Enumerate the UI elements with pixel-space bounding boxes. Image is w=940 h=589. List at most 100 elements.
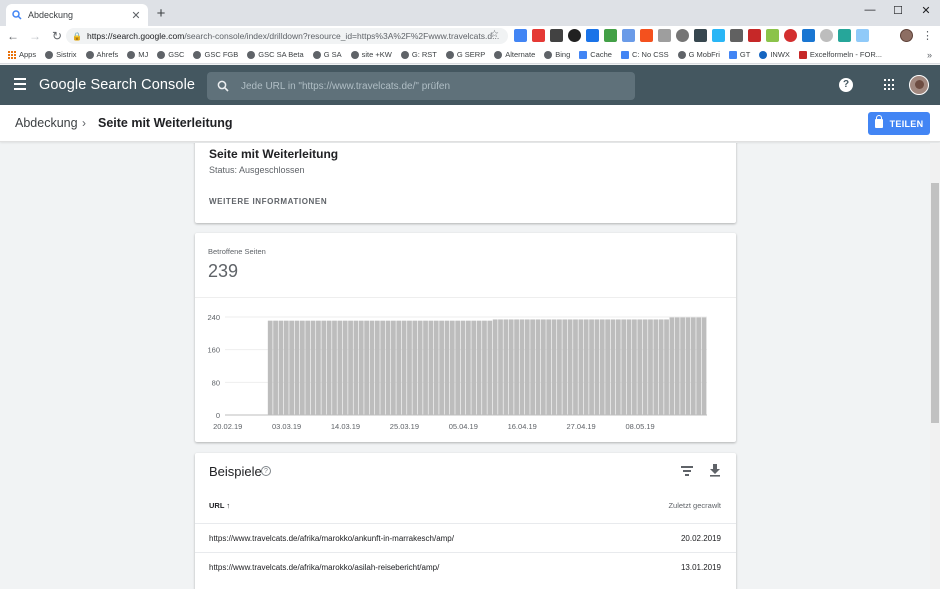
- chart-bar[interactable]: [321, 320, 327, 415]
- chart-bar[interactable]: [342, 320, 348, 415]
- chart-bar[interactable]: [514, 319, 519, 415]
- last-crawled-column-header[interactable]: Zuletzt gecrawlt: [668, 501, 721, 510]
- bookmark-item[interactable]: G SERP: [445, 50, 485, 59]
- chart-bar[interactable]: [460, 320, 466, 415]
- chart-bar[interactable]: [369, 320, 375, 415]
- bookmark-item[interactable]: G SA: [312, 50, 342, 59]
- extension-icon[interactable]: [820, 29, 833, 42]
- chart-bar[interactable]: [626, 319, 632, 415]
- chart-bar[interactable]: [701, 317, 707, 415]
- chart-bar[interactable]: [407, 320, 412, 415]
- chart-bar[interactable]: [594, 319, 600, 415]
- chart-bar[interactable]: [653, 319, 659, 415]
- info-icon[interactable]: ?: [261, 466, 271, 476]
- extension-icon[interactable]: [550, 29, 563, 42]
- extension-icon[interactable]: [658, 29, 671, 42]
- forward-arrow-icon[interactable]: →: [26, 27, 44, 45]
- extension-icon[interactable]: [784, 29, 797, 42]
- bookmark-star-icon[interactable]: ☆: [490, 29, 499, 40]
- bookmark-item[interactable]: Ahrefs: [85, 50, 118, 59]
- chart-bar[interactable]: [423, 320, 428, 415]
- close-window-button[interactable]: ✕: [912, 0, 940, 20]
- filter-icon[interactable]: [681, 466, 693, 476]
- url-column-header[interactable]: URL ↑: [209, 501, 230, 510]
- chart-bar[interactable]: [449, 320, 455, 415]
- chart-bar[interactable]: [696, 317, 702, 415]
- user-avatar[interactable]: [909, 75, 929, 95]
- chart-bar[interactable]: [433, 320, 439, 415]
- chart-bar[interactable]: [535, 319, 541, 415]
- chart-bar[interactable]: [503, 319, 509, 415]
- chart-bar[interactable]: [337, 320, 343, 415]
- chart-bar[interactable]: [615, 319, 621, 415]
- chart-bar[interactable]: [680, 317, 685, 415]
- chart-bar[interactable]: [674, 317, 680, 415]
- new-tab-button[interactable]: +: [153, 6, 169, 22]
- bookmark-item[interactable]: INWX: [759, 50, 790, 59]
- chart-bar[interactable]: [476, 320, 482, 415]
- chart-bar[interactable]: [567, 319, 573, 415]
- chart-bar[interactable]: [498, 319, 503, 415]
- bookmark-item[interactable]: Excelformeln - FOR...: [798, 50, 882, 59]
- chart-bar[interactable]: [417, 320, 423, 415]
- extension-icon[interactable]: [856, 29, 869, 42]
- chart-bar[interactable]: [648, 319, 653, 415]
- chart-bar[interactable]: [632, 319, 637, 415]
- minimize-button[interactable]: —: [856, 0, 884, 20]
- browser-tab[interactable]: Abdeckung ✕: [6, 4, 148, 26]
- chart-bar[interactable]: [642, 319, 648, 415]
- table-row[interactable]: https://www.travelcats.de/afrika/marokko…: [195, 523, 736, 552]
- chart-bar[interactable]: [299, 320, 305, 415]
- chart-bar[interactable]: [385, 320, 391, 415]
- chart-bar[interactable]: [578, 319, 584, 415]
- chart-bar[interactable]: [412, 320, 418, 415]
- chart-bar[interactable]: [658, 319, 664, 415]
- extension-icon[interactable]: [604, 29, 617, 42]
- chart-bar[interactable]: [471, 320, 477, 415]
- table-row[interactable]: https://www.travelcats.de/afrika/marokko…: [195, 552, 736, 581]
- chart-bar[interactable]: [310, 320, 316, 415]
- extension-icon[interactable]: [766, 29, 779, 42]
- chart-bar[interactable]: [637, 319, 643, 415]
- breadcrumb-parent[interactable]: Abdeckung: [15, 116, 78, 130]
- chart-bar[interactable]: [589, 319, 594, 415]
- chart-bar[interactable]: [685, 317, 691, 415]
- chart-bar[interactable]: [348, 320, 353, 415]
- chart-bar[interactable]: [332, 320, 337, 415]
- bookmark-item[interactable]: G: RST: [400, 50, 437, 59]
- back-arrow-icon[interactable]: ←: [4, 27, 22, 45]
- reload-icon[interactable]: ↻: [48, 27, 66, 45]
- profile-avatar-icon[interactable]: [900, 29, 913, 42]
- chart-bar[interactable]: [283, 320, 289, 415]
- chart-bar[interactable]: [267, 320, 273, 415]
- chart-bar[interactable]: [439, 320, 444, 415]
- chart-bar[interactable]: [610, 319, 616, 415]
- bookmark-apps[interactable]: Apps: [8, 50, 36, 59]
- chart-bar[interactable]: [557, 319, 562, 415]
- bookmark-item[interactable]: Bing: [544, 50, 570, 59]
- chart-bar[interactable]: [508, 319, 514, 415]
- extension-icon[interactable]: [568, 29, 581, 42]
- chart-bar[interactable]: [364, 320, 369, 415]
- chart-bar[interactable]: [524, 319, 530, 415]
- chart-bar[interactable]: [428, 320, 434, 415]
- chart-bar[interactable]: [289, 320, 295, 415]
- chart-bar[interactable]: [358, 320, 364, 415]
- extension-icon[interactable]: [712, 29, 725, 42]
- chart-bar[interactable]: [492, 319, 498, 415]
- share-button[interactable]: TEILEN: [868, 112, 930, 135]
- chart-bar[interactable]: [482, 320, 487, 415]
- chart-bar[interactable]: [326, 320, 332, 415]
- chart-bar[interactable]: [605, 319, 610, 415]
- chart-bar[interactable]: [391, 320, 396, 415]
- tab-close-icon[interactable]: ✕: [130, 9, 142, 22]
- chart-bar[interactable]: [621, 319, 627, 415]
- chart-bar[interactable]: [353, 320, 359, 415]
- bookmarks-more-icon[interactable]: »: [927, 50, 932, 60]
- extension-icon[interactable]: [748, 29, 761, 42]
- chart-bar[interactable]: [664, 319, 669, 415]
- bookmark-item[interactable]: Cache: [579, 50, 612, 59]
- bookmark-item[interactable]: GSC SA Beta: [247, 50, 304, 59]
- bookmark-item[interactable]: C: No CSS: [620, 50, 669, 59]
- chart-bar[interactable]: [374, 320, 380, 415]
